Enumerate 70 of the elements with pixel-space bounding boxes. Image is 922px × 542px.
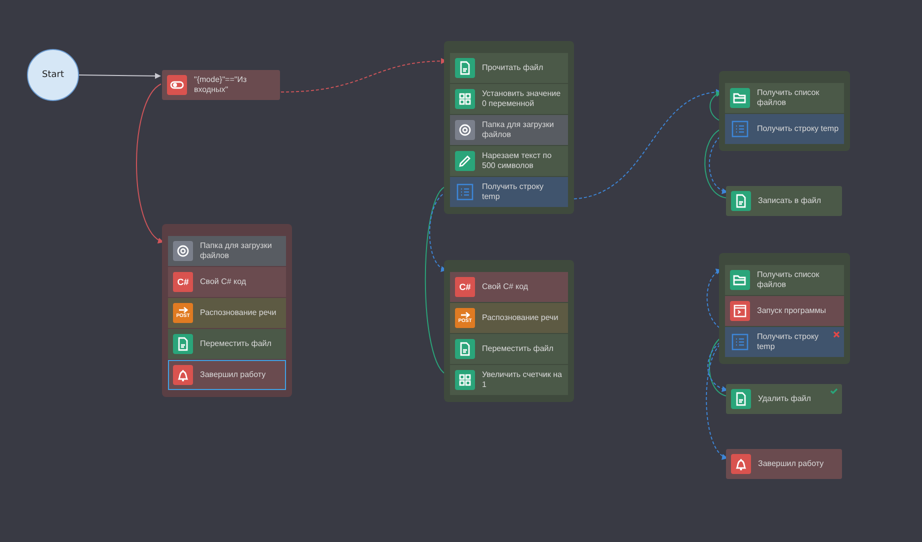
list-icon: [455, 182, 475, 202]
node-label: "{mode}"=="Из входных": [194, 75, 248, 95]
node-label: Увеличить счетчик на 1: [482, 370, 563, 390]
node-label: Нарезаем текст по 500 символов: [482, 151, 553, 171]
node-card[interactable]: Прочитать файл: [450, 53, 568, 83]
list-icon: [730, 332, 750, 352]
settings-icon: [455, 120, 475, 140]
node-label: Распознование речи: [200, 308, 278, 318]
node-card[interactable]: Получить список файлов: [725, 265, 844, 295]
node-label: Получить строку temp: [482, 182, 545, 202]
node-card[interactable]: Получить строку temp: [725, 327, 844, 357]
node-label: Распознование речи: [482, 313, 560, 323]
node-card[interactable]: Получить список файлов: [725, 83, 844, 113]
node-card[interactable]: Записать в файл: [726, 186, 842, 216]
node-card[interactable]: Получить строку temp: [450, 177, 568, 207]
node-card[interactable]: C# Свой C# код: [168, 267, 286, 297]
folder-icon: [730, 270, 750, 290]
node-label: Переместить файл: [200, 339, 272, 349]
node-label: Получить список файлов: [757, 270, 820, 290]
node-label: Папка для загрузки файлов: [200, 241, 273, 261]
close-icon[interactable]: [833, 331, 840, 338]
grid-icon: [455, 370, 475, 390]
node-card[interactable]: "{mode}"=="Из входных": [162, 70, 280, 100]
document-icon: [455, 58, 475, 78]
node-label: Удалить файл: [758, 394, 812, 404]
node-label: Получить строку temp: [757, 124, 839, 134]
code-badge: C#: [455, 277, 475, 297]
arrow-icon: [460, 312, 470, 318]
node-card[interactable]: Завершил работу: [168, 360, 286, 390]
node-card[interactable]: Папка для загрузки файлов: [450, 115, 568, 145]
node-card[interactable]: Получить строку temp: [725, 114, 844, 144]
document-icon: [731, 191, 751, 211]
node-card[interactable]: Удалить файл: [726, 384, 842, 414]
start-node[interactable]: Start: [27, 49, 79, 101]
node-card[interactable]: Переместить файл: [168, 329, 286, 359]
document-icon: [173, 334, 193, 354]
document-icon: [455, 339, 475, 359]
list-icon: [730, 119, 750, 139]
node-card[interactable]: Папка для загрузки файлов: [168, 236, 286, 266]
bell-icon: [731, 454, 751, 474]
grid-icon: [455, 89, 475, 109]
node-card[interactable]: Нарезаем текст по 500 символов: [450, 146, 568, 176]
terminal-icon: [730, 301, 750, 321]
node-label: Установить значение 0 переменной: [482, 89, 562, 109]
node-label: Получить строку temp: [757, 332, 820, 352]
node-label: Переместить файл: [482, 344, 554, 354]
node-label: Завершил работу: [758, 459, 825, 469]
node-card[interactable]: C# Свой C# код: [450, 272, 568, 302]
node-label: Записать в файл: [758, 196, 822, 206]
node-label: Свой C# код: [200, 277, 248, 287]
start-label: Start: [42, 70, 64, 80]
node-card[interactable]: Увеличить счетчик на 1: [450, 365, 568, 395]
folder-icon: [730, 88, 750, 108]
pencil-icon: [455, 151, 475, 171]
code-badge: C#: [173, 272, 193, 292]
node-card[interactable]: Запуск программы: [725, 296, 844, 326]
node-label: Папка для загрузки файлов: [482, 120, 555, 140]
node-label: Прочитать файл: [482, 63, 544, 73]
node-label: Свой C# код: [482, 282, 530, 292]
node-label: Получить список файлов: [757, 88, 820, 108]
settings-icon: [173, 241, 193, 261]
bell-icon: [173, 365, 193, 385]
toggle-icon: [167, 75, 187, 95]
document-icon: [731, 389, 751, 409]
node-card[interactable]: Переместить файл: [450, 334, 568, 364]
node-card[interactable]: Завершил работу: [726, 449, 842, 479]
node-label: Запуск программы: [757, 306, 828, 316]
node-card[interactable]: Установить значение 0 переменной: [450, 84, 568, 114]
node-label: Завершил работу: [200, 370, 267, 380]
arrow-icon: [178, 307, 188, 313]
